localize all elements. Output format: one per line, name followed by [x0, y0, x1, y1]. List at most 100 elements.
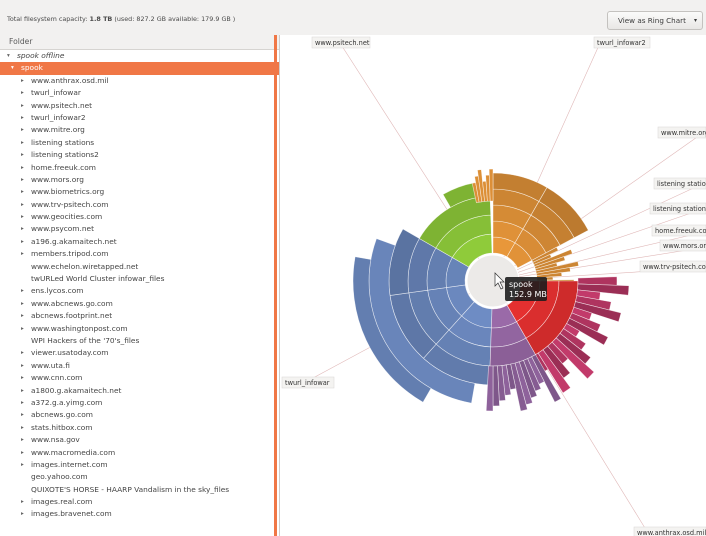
expander-closed-icon[interactable]: ▸ [21, 434, 24, 446]
tree-row[interactable]: geo.yahoo.com [0, 471, 279, 483]
expander-closed-icon[interactable]: ▸ [21, 323, 24, 335]
expander-closed-icon[interactable]: ▸ [21, 149, 24, 161]
tree-row[interactable]: ▸ abcnews.go.com [0, 409, 279, 421]
ring-chart-area[interactable]: spook 152.9 MB www.psitech.net twurl_infowa… [280, 35, 706, 536]
expander-closed-icon[interactable]: ▸ [21, 211, 24, 223]
expander-closed-icon[interactable]: ▸ [21, 459, 24, 471]
tree-row-label: abcnews.go.com [31, 410, 93, 420]
tree-row-label: twURLed World Cluster infowar_files [31, 274, 165, 284]
tree-row[interactable]: ▸ images.real.com [0, 496, 279, 508]
tree-row-label: a196.g.akamaitech.net [31, 236, 117, 246]
expander-open-icon[interactable]: ▾ [7, 50, 10, 62]
expander-closed-icon[interactable]: ▸ [21, 347, 24, 359]
tree-row[interactable]: ▸ www.uta.fi [0, 360, 279, 372]
tree-row[interactable]: www.echelon.wiretapped.net [0, 261, 279, 273]
expander-closed-icon[interactable]: ▸ [21, 298, 24, 310]
expander-closed-icon[interactable]: ▸ [21, 508, 24, 520]
expander-closed-icon[interactable]: ▸ [21, 137, 24, 149]
tree-row[interactable]: ▸ viewer.usatoday.com [0, 347, 279, 359]
expander-closed-icon[interactable]: ▸ [21, 447, 24, 459]
tree-row[interactable]: ▸ www.anthrax.osd.mil [0, 75, 279, 87]
tree-row-label: www.geocities.com [31, 212, 103, 222]
tree-row[interactable]: WPI Hackers of the '70's_files [0, 335, 279, 347]
tree-row[interactable]: ▸ members.tripod.com [0, 248, 279, 260]
tree-row-label: www.biometrics.org [31, 187, 105, 197]
tree-row-label: a1800.g.akamaitech.net [31, 385, 122, 395]
tree-row[interactable]: QUIXOTE'S HORSE - HAARP Vandalism in the… [0, 484, 279, 496]
tree-row[interactable]: ▸ a1800.g.akamaitech.net [0, 385, 279, 397]
expander-closed-icon[interactable]: ▸ [21, 75, 24, 87]
expander-closed-icon[interactable]: ▸ [21, 162, 24, 174]
tree-row-label: www.psitech.net [31, 100, 93, 110]
tree-row[interactable]: ▸ listening stations [0, 137, 279, 149]
tree-row[interactable]: ▸ abcnews.footprint.net [0, 310, 279, 322]
tree-scrollbar[interactable] [274, 35, 277, 536]
expander-closed-icon[interactable]: ▸ [21, 397, 24, 409]
tree-row[interactable]: ▸ www.psitech.net [0, 100, 279, 112]
ring-label: www.trv-psitech.com [643, 263, 706, 271]
expander-closed-icon[interactable]: ▸ [21, 186, 24, 198]
top-bar: Total filesystem capacity: 1.8 TB (used:… [0, 0, 706, 34]
tree-row[interactable]: ▸ images.bravenet.com [0, 508, 279, 520]
expander-closed-icon[interactable]: ▸ [21, 100, 24, 112]
tree-row[interactable]: ▸ www.cnn.com [0, 372, 279, 384]
expander-closed-icon[interactable]: ▸ [21, 385, 24, 397]
tree-row[interactable]: ▾ spook offline [0, 50, 279, 62]
expander-closed-icon[interactable]: ▸ [21, 174, 24, 186]
tree-row[interactable]: ▸ www.nsa.gov [0, 434, 279, 446]
expander-closed-icon[interactable]: ▸ [21, 236, 24, 248]
tree-row-label: images.bravenet.com [31, 509, 112, 519]
tree-row[interactable]: ▸ images.internet.com [0, 459, 279, 471]
tree-row[interactable]: ▸ twurl_infowar [0, 87, 279, 99]
expander-closed-icon[interactable]: ▸ [21, 409, 24, 421]
tree-row[interactable]: twURLed World Cluster infowar_files [0, 273, 279, 285]
tree-row-label: stats.hitbox.com [31, 422, 93, 432]
expander-open-icon[interactable]: ▾ [11, 62, 14, 74]
expander-closed-icon[interactable]: ▸ [21, 372, 24, 384]
expander-closed-icon[interactable]: ▸ [21, 124, 24, 136]
expander-closed-icon[interactable]: ▸ [21, 310, 24, 322]
ring-label: www.mitre.org [661, 129, 706, 137]
tree-row[interactable]: ▸ www.trv-psitech.com [0, 199, 279, 211]
folder-column-header[interactable]: Folder [0, 35, 279, 50]
tree-row-label: www.trv-psitech.com [31, 199, 109, 209]
expander-closed-icon[interactable]: ▸ [21, 87, 24, 99]
tree-row-label: images.real.com [31, 497, 93, 507]
tree-row[interactable]: ▸ www.mitre.org [0, 124, 279, 136]
tree-row[interactable]: ▸ home.freeuk.com [0, 162, 279, 174]
expander-closed-icon[interactable]: ▸ [21, 248, 24, 260]
folder-tree[interactable]: Folder ▾ spook offline ▾ spook ▸ www.anthrax.… [0, 35, 280, 536]
expander-closed-icon[interactable]: ▸ [21, 496, 24, 508]
tree-row[interactable]: ▸ a372.g.a.yimg.com [0, 397, 279, 409]
tree-row-label: twurl_infowar2 [31, 112, 86, 122]
tree-row-label: home.freeuk.com [31, 162, 96, 172]
tree-row[interactable]: ▾ spook [0, 62, 279, 75]
view-mode-dropdown[interactable]: View as Ring Chart ▾ [607, 11, 703, 30]
tree-row[interactable]: ▸ www.biometrics.org [0, 186, 279, 198]
expander-closed-icon[interactable]: ▸ [21, 285, 24, 297]
capacity-value: 1.8 TB [89, 15, 113, 23]
tree-row[interactable]: ▸ www.macromedia.com [0, 447, 279, 459]
tree-row[interactable]: ▸ www.abcnews.go.com [0, 298, 279, 310]
tree-row[interactable]: ▸ www.geocities.com [0, 211, 279, 223]
tree-row-label: www.abcnews.go.com [31, 298, 113, 308]
expander-closed-icon[interactable]: ▸ [21, 199, 24, 211]
tree-row[interactable]: ▸ twurl_infowar2 [0, 112, 279, 124]
tree-row[interactable]: ▸ listening stations2 [0, 149, 279, 161]
view-mode-label: View as Ring Chart [618, 16, 686, 25]
tree-row[interactable]: ▸ www.psycom.net [0, 223, 279, 235]
expander-closed-icon[interactable]: ▸ [21, 112, 24, 124]
chevron-down-icon: ▾ [693, 17, 697, 24]
ring-chart[interactable]: spook152.9 MB www.psitech.net twurl_infowa… [280, 35, 706, 536]
tree-row-label: spook offline [17, 51, 65, 60]
tree-row[interactable]: ▸ www.washingtonpost.com [0, 323, 279, 335]
expander-closed-icon[interactable]: ▸ [21, 422, 24, 434]
tree-row[interactable]: ▸ a196.g.akamaitech.net [0, 236, 279, 248]
tree-row-label: www.mitre.org [31, 125, 85, 135]
tree-row[interactable]: ▸ ens.lycos.com [0, 285, 279, 297]
expander-closed-icon[interactable]: ▸ [21, 223, 24, 235]
expander-closed-icon[interactable]: ▸ [21, 360, 24, 372]
tree-row[interactable]: ▸ stats.hitbox.com [0, 422, 279, 434]
capacity-suffix: (used: 827.2 GB available: 179.9 GB ) [112, 15, 236, 23]
tree-row[interactable]: ▸ www.mors.org [0, 174, 279, 186]
